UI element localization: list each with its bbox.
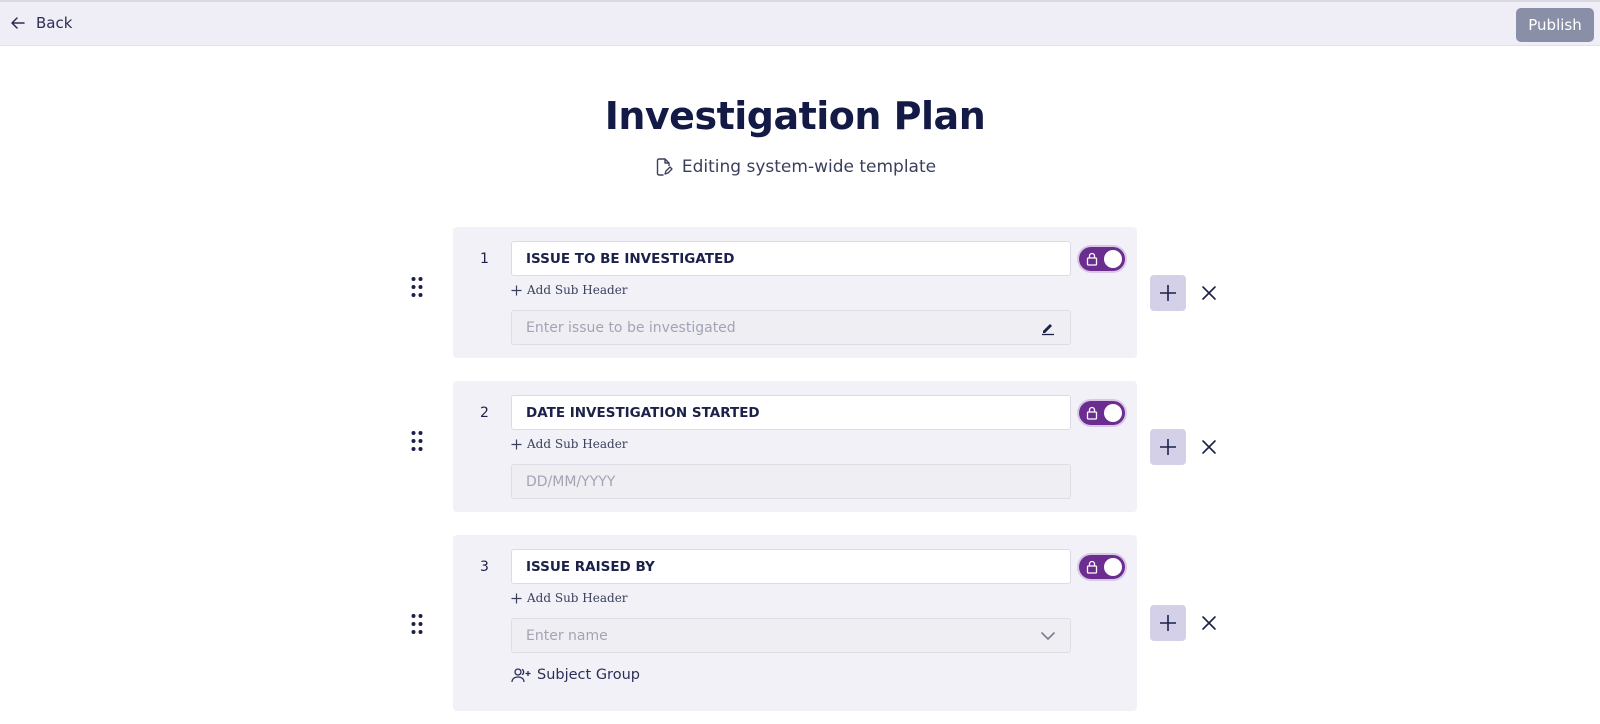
issue-input-placeholder: Enter issue to be investigated [526,319,736,336]
page-title: Investigation Plan [604,94,986,138]
close-icon [1202,616,1216,630]
arrow-left-icon [11,17,25,29]
add-section-button[interactable] [1150,275,1186,311]
section-number: 2 [480,405,489,421]
add-sub-header-label: Add Sub Header [527,283,628,297]
back-label: Back [36,14,73,32]
lock-toggle[interactable] [1079,247,1125,271]
date-input[interactable]: DD/MM/YYYY [511,464,1071,499]
edit-document-icon [656,158,673,176]
remove-section-button[interactable] [1199,437,1219,457]
toggle-knob [1104,404,1122,422]
section-header-input[interactable]: ISSUE RAISED BY [511,549,1071,584]
section-header-input[interactable]: ISSUE TO BE INVESTIGATED [511,241,1071,276]
add-sub-header-button[interactable]: Add Sub Header [511,283,628,297]
top-bar: Back Publish [0,0,1600,46]
add-sub-header-button[interactable]: Add Sub Header [511,591,628,605]
subject-group-button[interactable]: Subject Group [511,667,640,683]
plus-icon [511,439,522,449]
drag-handle-icon[interactable] [410,276,424,298]
drag-handle-icon[interactable] [410,430,424,452]
remove-section-button[interactable] [1199,283,1219,303]
remove-section-button[interactable] [1199,613,1219,633]
add-section-button[interactable] [1150,605,1186,641]
lock-toggle[interactable] [1079,401,1125,425]
add-sub-header-label: Add Sub Header [527,437,628,451]
toggle-knob [1104,250,1122,268]
name-select[interactable]: Enter name [511,618,1071,653]
plus-icon [1160,285,1176,301]
drag-handle-icon[interactable] [410,613,424,635]
add-user-group-icon [511,668,531,683]
page-subtitle: Editing system-wide template [0,157,1590,177]
section-card: 2 DATE INVESTIGATION STARTED Add Sub Hea… [453,381,1137,512]
lock-toggle[interactable] [1079,555,1125,579]
plus-icon [511,285,522,295]
chevron-down-icon [1041,632,1055,640]
lock-icon [1086,560,1098,574]
add-sub-header-label: Add Sub Header [527,591,628,605]
subtitle-text: Editing system-wide template [681,157,937,177]
date-input-placeholder: DD/MM/YYYY [526,473,616,490]
plus-icon [1160,439,1176,455]
subject-group-label: Subject Group [537,667,640,683]
pencil-icon[interactable] [1040,320,1056,336]
section-number: 3 [480,559,489,575]
plus-icon [511,593,522,603]
section-card: 1 ISSUE TO BE INVESTIGATED Add Sub Heade… [453,227,1137,358]
plus-icon [1160,615,1176,631]
issue-input[interactable]: Enter issue to be investigated [511,310,1071,345]
toggle-knob [1104,558,1122,576]
close-icon [1202,286,1216,300]
name-select-placeholder: Enter name [526,627,608,644]
publish-button[interactable]: Publish [1516,8,1594,42]
section-card: 3 ISSUE RAISED BY Add Sub Header Enter n… [453,535,1137,711]
lock-icon [1086,252,1098,266]
back-button[interactable]: Back [10,14,72,32]
section-number: 1 [480,251,489,267]
lock-icon [1086,406,1098,420]
add-section-button[interactable] [1150,429,1186,465]
add-sub-header-button[interactable]: Add Sub Header [511,437,628,451]
section-header-input[interactable]: DATE INVESTIGATION STARTED [511,395,1071,430]
close-icon [1202,440,1216,454]
